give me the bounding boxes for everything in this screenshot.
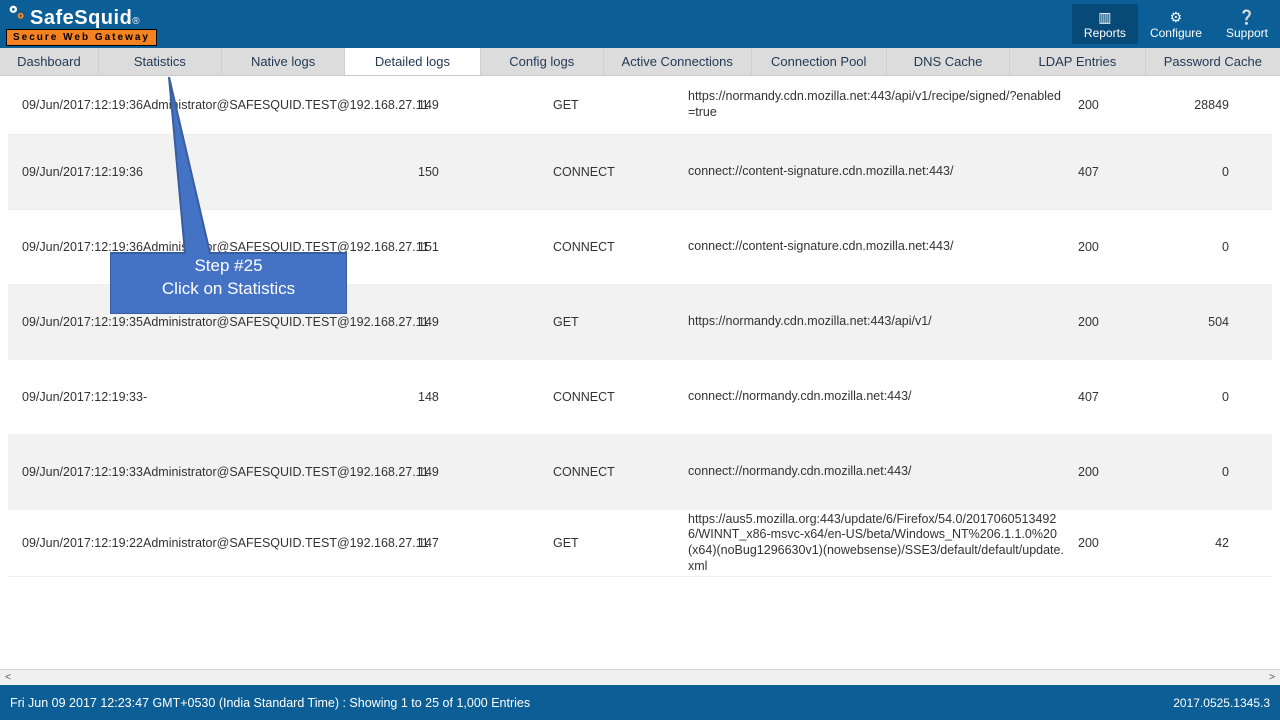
cell-status: 407 [1078,390,1178,404]
topbar: SafeSquid ® Secure Web Gateway ▥ Reports… [0,0,1280,48]
cell-url: https://normandy.cdn.mozilla.net:443/api… [688,314,1078,330]
cell-url: connect://normandy.cdn.mozilla.net:443/ [688,389,1078,405]
cell-user: Administrator@SAFESQUID.TEST@192.168.27.… [143,240,418,254]
log-row: 09/Jun/2017:12:19:35 Administrator@SAFES… [8,285,1272,360]
scroll-left-arrow[interactable]: < [0,672,16,683]
cell-size: 28849 [1178,98,1243,112]
cell-user: Administrator@SAFESQUID.TEST@192.168.27.… [143,536,418,550]
reports-label: Reports [1084,26,1126,40]
cell-url: connect://content-signature.cdn.mozilla.… [688,239,1078,255]
horizontal-scrollbar[interactable]: < > [0,669,1280,685]
cell-time: 09/Jun/2017:12:19:33 [8,360,143,434]
cell-method: CONNECT [553,240,688,254]
log-row: 09/Jun/2017:12:19:33 Administrator@SAFES… [8,435,1272,510]
cell-size: 0 [1178,465,1243,479]
log-area: 09/Jun/2017:12:19:36 Administrator@SAFES… [8,76,1272,669]
tab-native-logs[interactable]: Native logs [222,48,345,75]
cell-method: GET [553,98,688,112]
cell-user: Administrator@SAFESQUID.TEST@192.168.27.… [143,315,418,329]
cell-time: 09/Jun/2017:12:19:35 [8,285,143,359]
cell-id: 147 [418,536,553,550]
brand-subtitle: Secure Web Gateway [6,29,157,46]
cell-time: 09/Jun/2017:12:19:36 [8,135,143,209]
cell-method: GET [553,315,688,329]
cell-size: 504 [1178,315,1243,329]
brand-reg: ® [132,16,139,27]
cell-user: Administrator@SAFESQUID.TEST@192.168.27.… [143,98,418,112]
cell-size: 0 [1178,240,1243,254]
support-label: Support [1226,26,1268,40]
footer: Fri Jun 09 2017 12:23:47 GMT+0530 (India… [0,685,1280,720]
cell-url: https://normandy.cdn.mozilla.net:443/api… [688,89,1078,120]
cell-status: 200 [1078,315,1178,329]
tab-connection-pool[interactable]: Connection Pool [752,48,887,75]
reports-button[interactable]: ▥ Reports [1072,4,1138,44]
cell-id: 149 [418,465,553,479]
cell-user: Administrator@SAFESQUID.TEST@192.168.27.… [143,465,418,479]
cell-size: 42 [1178,536,1243,550]
chart-icon: ▥ [1084,10,1126,24]
support-button[interactable]: ❔ Support [1214,4,1280,44]
gears-icon [6,2,28,24]
tab-active-connections[interactable]: Active Connections [604,48,752,75]
cell-id: 149 [418,98,553,112]
log-row: 09/Jun/2017:12:19:33 - 148 CONNECT conne… [8,360,1272,435]
cogs-icon: ⚙ [1150,10,1202,24]
scroll-track[interactable] [16,670,1264,685]
scroll-right-arrow[interactable]: > [1264,672,1280,683]
log-row: 09/Jun/2017:12:19:22 Administrator@SAFES… [8,510,1272,577]
logo-block: SafeSquid ® Secure Web Gateway [6,2,157,46]
tabs-bar: Dashboard Statistics Native logs Detaile… [0,48,1280,76]
brand-text: SafeSquid [30,8,132,28]
cell-method: CONNECT [553,165,688,179]
configure-label: Configure [1150,26,1202,40]
cell-method: GET [553,536,688,550]
tab-statistics[interactable]: Statistics [99,48,222,75]
cell-url: connect://normandy.cdn.mozilla.net:443/ [688,464,1078,480]
tab-detailed-logs[interactable]: Detailed logs [345,48,480,75]
tab-dns-cache[interactable]: DNS Cache [887,48,1010,75]
cell-status: 200 [1078,240,1178,254]
cell-method: CONNECT [553,390,688,404]
cell-user: - [143,390,418,404]
cell-id: 148 [418,390,553,404]
footer-status: Fri Jun 09 2017 12:23:47 GMT+0530 (India… [10,696,530,710]
cell-time: 09/Jun/2017:12:19:22 [8,510,143,576]
tab-dashboard[interactable]: Dashboard [0,48,99,75]
help-icon: ❔ [1226,10,1268,24]
cell-id: 151 [418,240,553,254]
cell-status: 200 [1078,465,1178,479]
footer-version: 2017.0525.1345.3 [1173,696,1270,710]
cell-id: 150 [418,165,553,179]
cell-time: 09/Jun/2017:12:19:33 [8,435,143,509]
log-row: 09/Jun/2017:12:19:36 150 CONNECT connect… [8,135,1272,210]
cell-status: 200 [1078,536,1178,550]
tab-config-logs[interactable]: Config logs [481,48,604,75]
cell-size: 0 [1178,390,1243,404]
cell-size: 0 [1178,165,1243,179]
cell-url: connect://content-signature.cdn.mozilla.… [688,164,1078,180]
cell-status: 200 [1078,98,1178,112]
configure-button[interactable]: ⚙ Configure [1138,4,1214,44]
log-row: 09/Jun/2017:12:19:36 Administrator@SAFES… [8,210,1272,285]
cell-url: https://aus5.mozilla.org:443/update/6/Fi… [688,512,1078,575]
log-row: 09/Jun/2017:12:19:36 Administrator@SAFES… [8,76,1272,135]
tab-ldap-entries[interactable]: LDAP Entries [1010,48,1145,75]
cell-id: 149 [418,315,553,329]
tab-password-cache[interactable]: Password Cache [1146,48,1280,75]
cell-time: 09/Jun/2017:12:19:36 [8,210,143,284]
cell-time: 09/Jun/2017:12:19:36 [8,76,143,134]
cell-method: CONNECT [553,465,688,479]
cell-status: 407 [1078,165,1178,179]
